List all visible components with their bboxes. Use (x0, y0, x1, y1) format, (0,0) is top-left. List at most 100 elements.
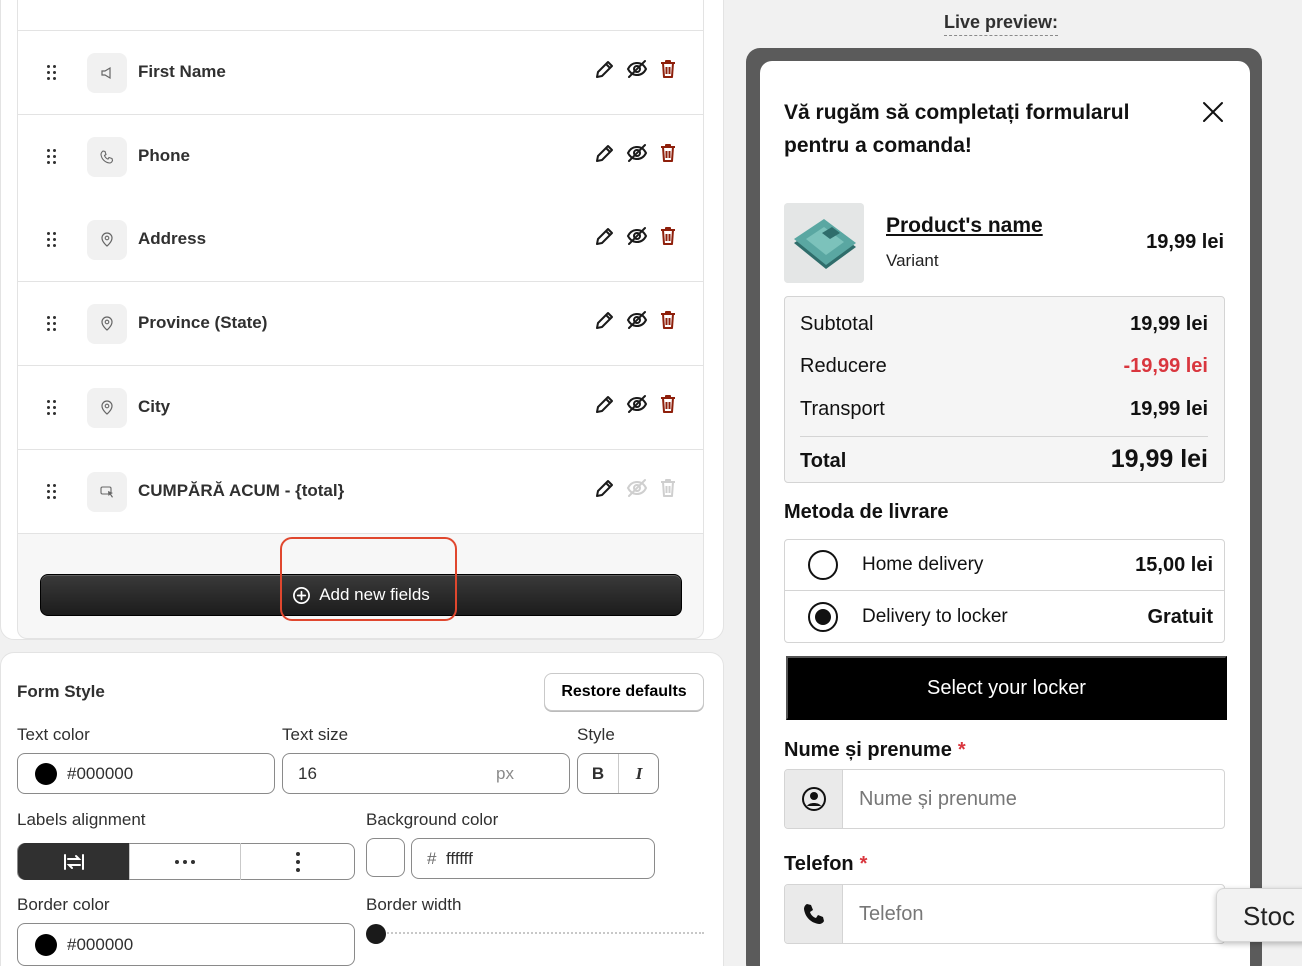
drag-handle-icon[interactable] (47, 232, 59, 248)
border-width-slider-handle[interactable] (366, 924, 386, 944)
phone-field (784, 884, 1225, 944)
product-image (784, 203, 864, 283)
home-delivery-label: Home delivery (862, 554, 984, 575)
subtotal-value: 19,99 lei (1130, 313, 1208, 335)
pencil-icon[interactable] (594, 477, 614, 499)
drag-handle-icon[interactable] (47, 483, 59, 500)
text-color-swatch[interactable] (35, 763, 57, 785)
pencil-icon[interactable] (594, 393, 614, 415)
drag-handle-icon[interactable] (47, 148, 59, 165)
alignment-horizontal-option[interactable] (130, 843, 241, 880)
product-name-link[interactable]: Product's name (886, 214, 1043, 238)
pencil-icon[interactable] (594, 309, 614, 331)
radio-home-delivery[interactable] (808, 550, 838, 580)
trash-icon[interactable] (658, 309, 678, 331)
text-size-unit: px (496, 764, 514, 783)
trash-icon (658, 477, 678, 499)
pencil-icon[interactable] (594, 225, 614, 247)
border-color-label: Border color (17, 895, 110, 914)
alignment-vertical-option[interactable] (242, 843, 354, 880)
modal-title: Vă rugăm să completați formularul pentru… (784, 101, 1130, 157)
eye-off-icon[interactable] (626, 393, 648, 415)
phone-field-label: Telefon * (784, 853, 867, 876)
eye-off-icon[interactable] (626, 225, 648, 247)
restore-defaults-button[interactable]: Restore defaults (544, 673, 704, 711)
summary-shipping-row: Transport 19,99 lei (800, 398, 1208, 421)
home-delivery-price: 15,00 lei (1135, 553, 1213, 576)
field-row[interactable]: CUMPĂRĂ ACUM - {total} (18, 449, 703, 534)
field-row[interactable]: City (18, 365, 703, 450)
phone-icon (803, 904, 824, 924)
field-row[interactable]: Phone (18, 114, 703, 199)
bold-toggle[interactable]: B (578, 754, 619, 793)
summary-subtotal-row: Subtotal 19,99 lei (800, 313, 1208, 336)
field-row[interactable]: First Name (18, 31, 703, 115)
italic-toggle[interactable]: I (619, 754, 659, 793)
summary-discount-row: Reducere -19,99 lei (800, 355, 1208, 378)
style-label: Style (577, 725, 615, 744)
background-color-swatch[interactable] (366, 838, 405, 877)
locker-delivery-price: Gratuit (1147, 605, 1213, 628)
eye-off-icon[interactable] (626, 309, 648, 331)
eye-off-icon (626, 477, 648, 499)
pencil-icon[interactable] (594, 142, 614, 164)
background-color-label: Background color (366, 810, 499, 829)
trash-icon[interactable] (658, 225, 678, 247)
required-marker: * (859, 853, 868, 875)
stock-tooltip: Stoc (1216, 888, 1302, 942)
field-row[interactable]: Province (State) (18, 282, 703, 367)
field-label: Province (State) (138, 313, 268, 333)
eye-off-icon[interactable] (626, 142, 648, 164)
location-pin-icon (87, 387, 127, 428)
delivery-option-home[interactable]: Home delivery 15,00 lei (808, 550, 1213, 580)
text-color-label: Text color (17, 725, 90, 744)
summary-total-row: Total 19,99 lei (800, 445, 1208, 474)
fields-row-partial (18, 0, 703, 31)
text-size-label: Text size (282, 725, 349, 744)
cursor-click-icon (87, 471, 127, 512)
total-value: 19,99 lei (1110, 445, 1208, 473)
field-label: First Name (138, 62, 226, 81)
trash-icon[interactable] (658, 58, 678, 80)
close-icon[interactable] (1200, 99, 1226, 125)
drag-handle-icon[interactable] (47, 399, 59, 416)
border-color-value: #000000 (67, 935, 134, 954)
more-vertical-icon (296, 851, 300, 872)
alignment-inline-option[interactable] (18, 843, 129, 880)
select-locker-button[interactable]: Select your locker (786, 656, 1227, 720)
background-color-prefix: # (427, 849, 437, 868)
field-label: City (138, 396, 171, 416)
add-new-fields-button[interactable]: Add new fields (40, 574, 682, 616)
drag-handle-icon[interactable] (47, 316, 59, 332)
subtotal-label: Subtotal (800, 313, 874, 335)
pencil-icon[interactable] (594, 58, 614, 80)
field-label: Phone (138, 145, 190, 165)
name-field-icon-box (785, 770, 843, 828)
locker-delivery-label: Delivery to locker (862, 606, 1008, 627)
discount-value: -19,99 lei (1123, 355, 1208, 377)
delivery-option-locker[interactable]: Delivery to locker Gratuit (808, 602, 1213, 632)
trash-icon[interactable] (658, 393, 678, 415)
border-width-slider-track[interactable] (376, 932, 704, 936)
eye-off-icon[interactable] (626, 58, 648, 80)
product-price: 19,99 lei (1146, 231, 1224, 253)
name-input[interactable] (859, 770, 1209, 828)
text-color-input[interactable]: #000000 (17, 753, 275, 794)
border-color-swatch[interactable] (35, 934, 57, 956)
labels-alignment-label: Labels alignment (17, 810, 146, 829)
radio-delivery-locker[interactable] (808, 602, 838, 632)
drag-handle-icon[interactable] (47, 65, 59, 81)
border-color-input[interactable]: #000000 (17, 923, 355, 966)
field-row[interactable]: Address (18, 198, 703, 283)
phone-input[interactable] (859, 885, 1209, 943)
phone-field-icon-box (785, 885, 843, 943)
background-color-input[interactable]: # ffffff (411, 838, 655, 879)
name-field-label-text: Nume și prenume (784, 739, 952, 761)
live-preview-label: Live preview: (944, 12, 1059, 36)
trash-icon[interactable] (658, 142, 678, 164)
shipping-label: Transport (800, 398, 885, 420)
border-width-label: Border width (366, 895, 462, 914)
discount-label: Reducere (800, 355, 887, 377)
shipping-value: 19,99 lei (1130, 398, 1208, 420)
text-size-input[interactable]: 16 px (282, 753, 570, 794)
